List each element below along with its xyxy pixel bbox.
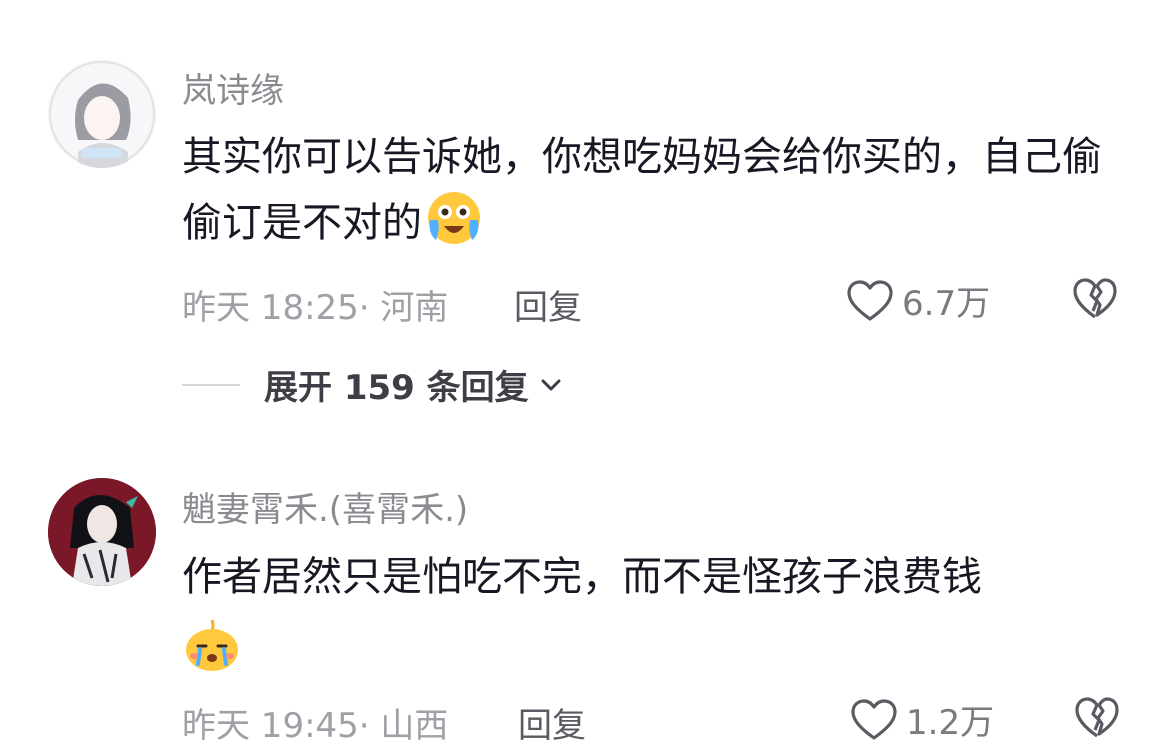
heart-icon <box>851 698 897 740</box>
comment-text: 其实你可以告诉她，你想吃妈妈会给你买的，自己偷偷订是不对的 <box>182 124 1122 256</box>
username[interactable]: 魈妻霄禾.(喜霄禾.) <box>182 482 468 531</box>
crying-chick-emoji <box>186 619 238 671</box>
like-button[interactable]: 1.2万 <box>850 695 994 744</box>
comment-text-body: 其实你可以告诉她，你想吃妈妈会给你买的，自己偷偷订是不对的 <box>182 134 1102 246</box>
expand-replies-button[interactable]: 展开 159 条回复 <box>182 360 563 409</box>
like-button[interactable]: 6.7万 <box>846 276 990 325</box>
broken-heart-icon[interactable] <box>1072 277 1118 321</box>
divider-line <box>182 383 240 386</box>
laugh-cry-emoji <box>428 192 480 244</box>
comment-meta: 昨天 18:25· 河南 <box>182 280 448 329</box>
comment-text: 作者居然只是怕吃不完，而不是怪孩子浪费钱 <box>182 544 1122 682</box>
comment-location: 河南 <box>380 288 449 328</box>
comment-time: 昨天 18:25 <box>182 288 359 328</box>
comment-meta: 昨天 19:45· 山西 <box>182 698 448 747</box>
like-count: 1.2万 <box>906 703 995 743</box>
heart-icon <box>847 279 893 321</box>
meta-separator: · <box>358 288 381 328</box>
avatar[interactable] <box>48 60 156 168</box>
meta-separator: · <box>358 706 381 746</box>
expand-replies-label: 展开 159 条回复 <box>264 368 529 408</box>
reply-button[interactable]: 回复 <box>518 698 586 747</box>
chevron-down-icon <box>541 379 561 390</box>
avatar-image <box>48 478 156 586</box>
broken-heart-icon[interactable] <box>1074 696 1120 740</box>
comment-time: 昨天 19:45 <box>182 706 359 746</box>
comment-text-body: 作者居然只是怕吃不完，而不是怪孩子浪费钱 <box>182 554 982 600</box>
reply-button[interactable]: 回复 <box>514 280 582 329</box>
username[interactable]: 岚诗缘 <box>182 63 284 112</box>
like-count: 6.7万 <box>902 284 991 324</box>
avatar[interactable] <box>48 478 156 586</box>
comment-location: 山西 <box>380 706 449 746</box>
avatar-image <box>48 60 156 168</box>
